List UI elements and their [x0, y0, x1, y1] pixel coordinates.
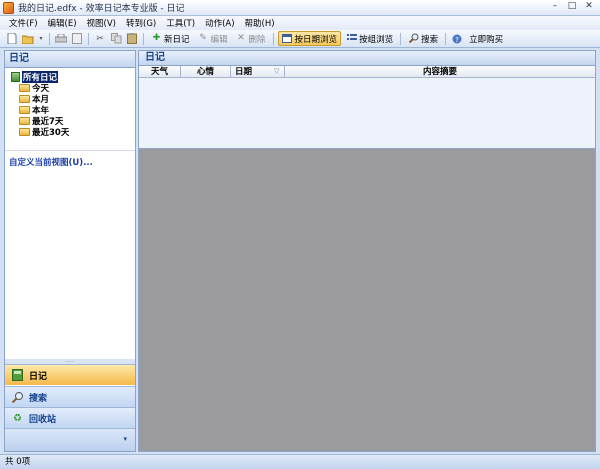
- maximize-button[interactable]: □: [565, 1, 579, 13]
- folder-icon: [19, 83, 30, 92]
- diary-list[interactable]: 天气 心情 日期 ▽ 内容摘要: [139, 66, 595, 149]
- custom-view-link[interactable]: 自定义当前视图(U)...: [9, 156, 93, 168]
- folder-icon: [19, 94, 30, 103]
- folder-icon: [19, 127, 30, 136]
- browse-by-group-button[interactable]: 按组浏览: [343, 31, 396, 46]
- toolbar-separator: [143, 32, 144, 45]
- pencil-icon: ✎: [199, 33, 207, 43]
- sort-indicator-icon: ▽: [274, 67, 280, 75]
- magnifier-icon: [11, 391, 24, 404]
- magnifier-icon: [408, 33, 419, 44]
- copy-icon[interactable]: [110, 33, 122, 45]
- tree-item-last-30-days[interactable]: 最近30天: [11, 126, 135, 138]
- chevron-down-icon[interactable]: ▾: [123, 435, 127, 443]
- menu-goto[interactable]: 转到(G): [121, 17, 161, 29]
- nav-search-button[interactable]: 搜索: [5, 386, 135, 407]
- menu-tools[interactable]: 工具(T): [161, 17, 200, 29]
- left-pane-title: 日记: [5, 51, 135, 68]
- toolbar-separator: [272, 32, 274, 45]
- menu-file[interactable]: 文件(F): [4, 17, 43, 29]
- menu-help[interactable]: 帮助(H): [240, 17, 280, 29]
- app-icon: [3, 1, 14, 14]
- menu-view[interactable]: 视图(V): [82, 17, 121, 29]
- plus-icon: ✚: [152, 33, 161, 43]
- tree-divider: [5, 150, 135, 151]
- calendar-icon: [282, 33, 293, 44]
- status-text: 共 0项: [5, 457, 31, 467]
- buy-now-button[interactable]: 立即购买: [466, 31, 506, 46]
- search-button[interactable]: 搜索: [405, 31, 441, 46]
- folder-icon: [19, 105, 30, 114]
- toolbar-separator: [88, 32, 89, 45]
- nav-recycle-bin-button[interactable]: ♻ 回收站: [5, 407, 135, 428]
- browse-by-date-button[interactable]: 按日期浏览: [277, 31, 342, 46]
- window-title: 我的日记.edfx - 效率日记本专业版 - 日记: [18, 4, 185, 14]
- right-pane: 日记 天气 心情 日期 ▽ 内容摘要: [138, 50, 596, 452]
- cut-icon[interactable]: ✂: [94, 33, 106, 45]
- toolbar-separator: [445, 32, 447, 45]
- list-icon: [346, 33, 357, 44]
- print-preview-icon[interactable]: [71, 33, 83, 45]
- diary-book-icon: [11, 71, 20, 82]
- tree-item-all-diaries[interactable]: 所有日记: [11, 70, 135, 83]
- menu-actions[interactable]: 动作(A): [200, 17, 239, 29]
- minimize-button[interactable]: –: [548, 1, 562, 13]
- toolbar-separator: [49, 32, 50, 45]
- right-pane-title: 日记: [139, 51, 595, 66]
- edit-button[interactable]: ✎ 编辑: [195, 31, 231, 46]
- column-weather[interactable]: 天气: [139, 66, 181, 78]
- open-folder-icon[interactable]: [22, 33, 34, 45]
- help-icon[interactable]: ?: [451, 33, 463, 45]
- tree-item-last-7-days[interactable]: 最近7天: [11, 115, 135, 127]
- nav-footer: ▾: [5, 428, 135, 451]
- x-icon: ✕: [237, 33, 245, 43]
- toolbar-separator: [400, 32, 402, 45]
- tree-item-this-year[interactable]: 本年: [11, 104, 135, 116]
- menu-bar: 文件(F) 编辑(E) 视图(V) 转到(G) 工具(T) 动作(A) 帮助(H…: [0, 16, 600, 30]
- title-bar: 我的日记.edfx - 效率日记本专业版 - 日记 – □ ✕: [0, 0, 600, 16]
- diary-tree: 所有日记 今天 本月 本年 最近7天 最近30天: [5, 68, 135, 138]
- list-header: 天气 心情 日期 ▽ 内容摘要: [139, 66, 595, 78]
- print-icon[interactable]: [55, 33, 67, 45]
- new-diary-button[interactable]: ✚ 新日记: [148, 31, 193, 46]
- status-bar: 共 0项: [0, 454, 600, 469]
- paste-icon[interactable]: [126, 33, 138, 45]
- left-pane: 日记 所有日记 今天 本月 本年 最近7天 最近30天 自定义当前视图(U)..…: [4, 50, 136, 452]
- recycle-icon: ♻: [13, 412, 22, 424]
- close-button[interactable]: ✕: [582, 1, 596, 13]
- new-document-icon[interactable]: [6, 33, 18, 45]
- column-mood[interactable]: 心情: [181, 66, 231, 78]
- tree-item-today[interactable]: 今天: [11, 82, 135, 94]
- toolbar: ▾ ✂ ✚ 新日记 ✎ 编辑 ✕ 删除 按日期浏览 按组浏览 搜索 ? 立即购买: [0, 30, 600, 48]
- svg-text:?: ?: [455, 36, 459, 44]
- diary-book-icon: [11, 369, 24, 382]
- tree-item-this-month[interactable]: 本月: [11, 93, 135, 105]
- menu-edit[interactable]: 编辑(E): [43, 17, 82, 29]
- delete-button[interactable]: ✕ 删除: [233, 31, 269, 46]
- folder-icon: [19, 116, 30, 125]
- column-summary[interactable]: 内容摘要: [285, 66, 595, 78]
- dropdown-arrow-icon[interactable]: ▾: [38, 33, 44, 45]
- nav-diary-button[interactable]: 日记: [5, 364, 135, 385]
